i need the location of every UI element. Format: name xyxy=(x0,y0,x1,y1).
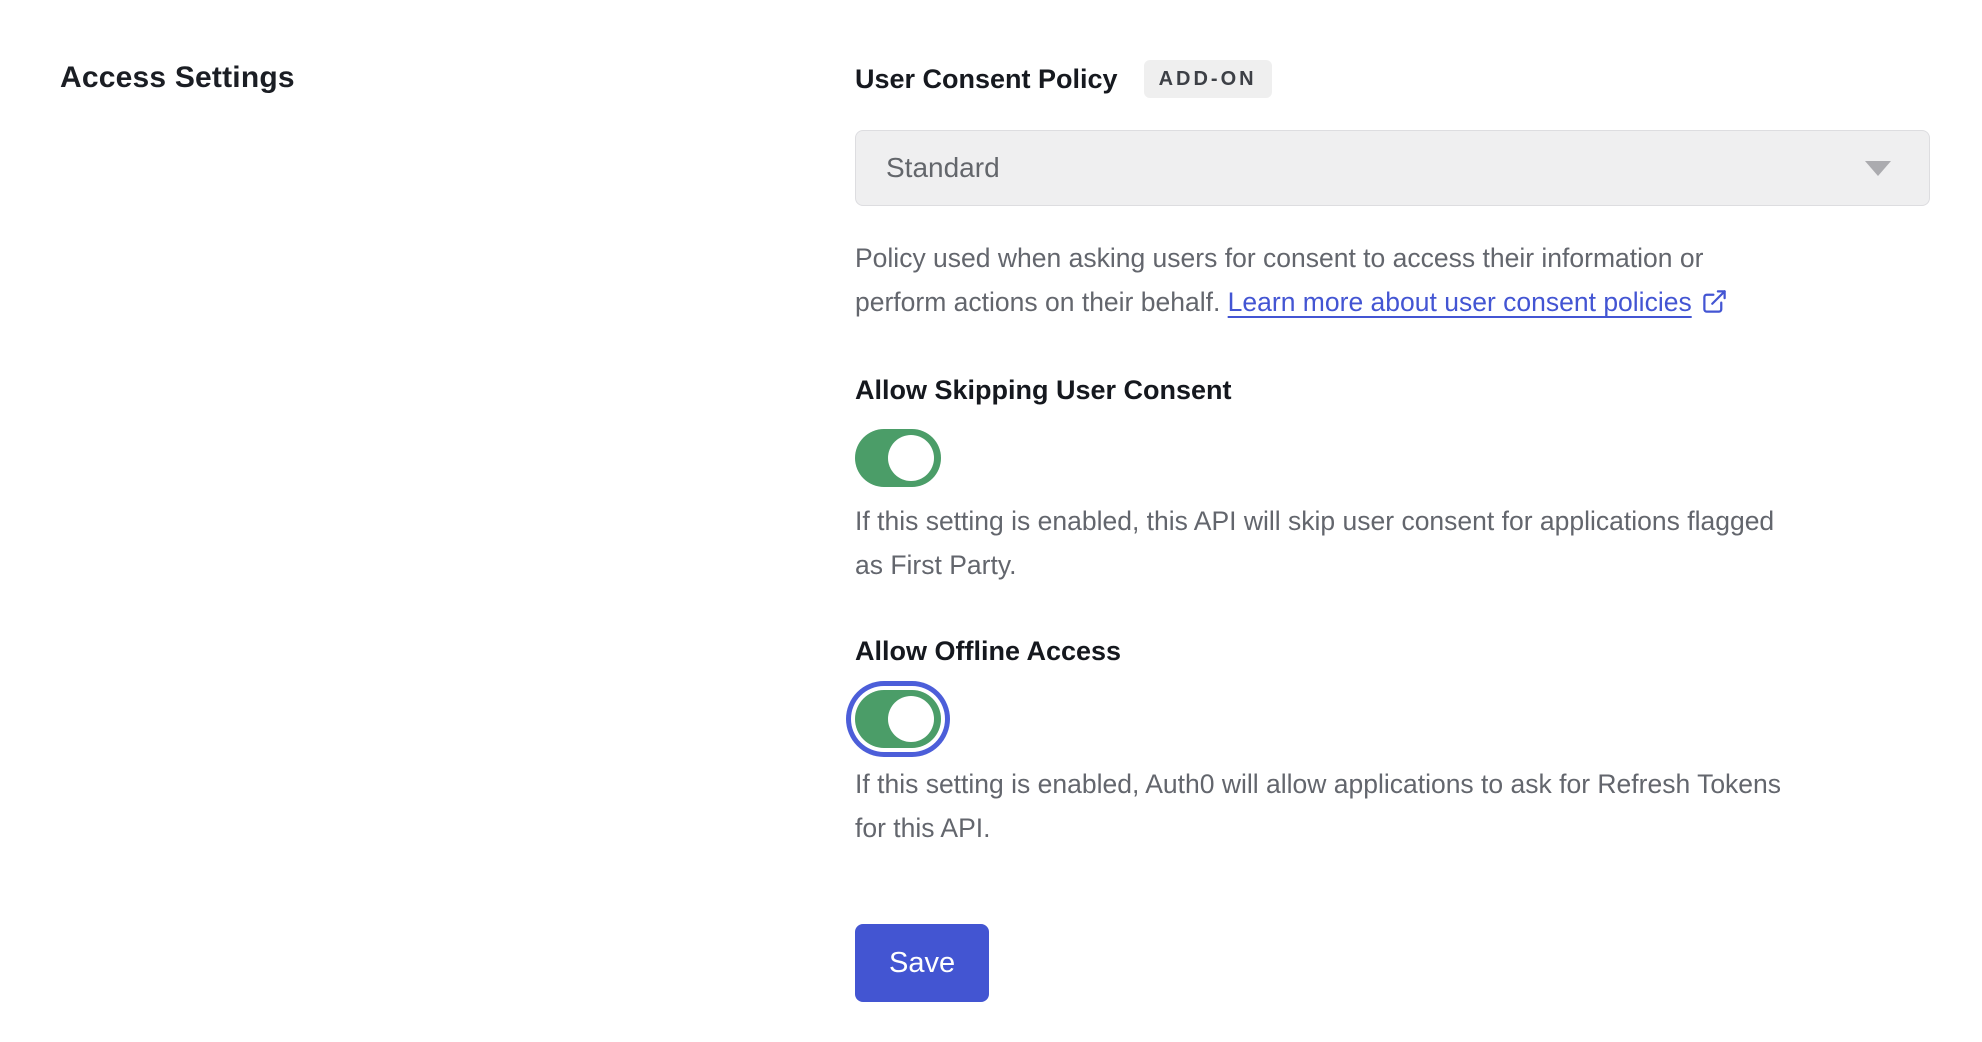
section-header-column: Access Settings xyxy=(60,60,855,1002)
skip-consent-label: Allow Skipping User Consent xyxy=(855,375,1232,405)
consent-policy-description-line2: perform actions on their behalf. Learn m… xyxy=(855,280,1930,328)
toggle-knob xyxy=(888,435,934,481)
learn-more-link[interactable]: Learn more about user consent policies xyxy=(1228,287,1692,317)
save-button[interactable]: Save xyxy=(855,924,990,1002)
dropdown-caret-icon xyxy=(1865,160,1891,176)
offline-access-toggle[interactable] xyxy=(855,690,941,748)
settings-form-column: User Consent Policy ADD-ON Standard Poli… xyxy=(855,60,1930,1002)
offline-access-description-line2: for this API. xyxy=(855,813,991,843)
consent-policy-description-line1: Policy used when asking users for consen… xyxy=(855,243,1704,273)
access-settings-page: Access Settings User Consent Policy ADD-… xyxy=(0,0,1982,1002)
skip-consent-description: If this setting is enabled, this API wil… xyxy=(855,499,1930,587)
skip-consent-description-line2: as First Party. xyxy=(855,550,1017,580)
section-title: Access Settings xyxy=(60,61,295,94)
consent-policy-selected-value: Standard xyxy=(886,152,1000,183)
consent-policy-label: User Consent Policy xyxy=(855,64,1118,94)
external-link-icon xyxy=(1701,284,1728,328)
offline-access-description-line1: If this setting is enabled, Auth0 will a… xyxy=(855,769,1782,799)
toggle-knob xyxy=(888,696,934,742)
addon-badge: ADD-ON xyxy=(1143,60,1272,98)
skip-consent-toggle[interactable] xyxy=(855,429,941,487)
offline-access-label: Allow Offline Access xyxy=(855,636,1122,666)
consent-policy-select[interactable]: Standard xyxy=(855,130,1930,206)
offline-access-description: If this setting is enabled, Auth0 will a… xyxy=(855,762,1930,850)
consent-policy-label-row: User Consent Policy ADD-ON xyxy=(855,60,1930,98)
consent-policy-description: Policy used when asking users for consen… xyxy=(855,236,1930,328)
skip-consent-description-line1: If this setting is enabled, this API wil… xyxy=(855,506,1775,536)
